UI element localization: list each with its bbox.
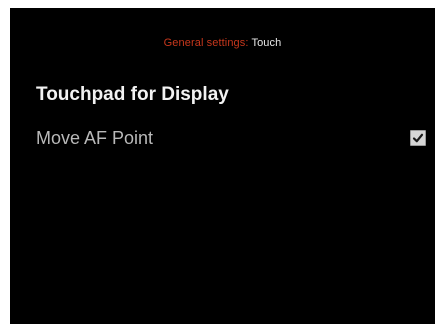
breadcrumb: General settings: Touch [10,37,435,49]
move-af-point-setting[interactable]: Move AF Point [24,126,432,156]
move-af-point-label: Move AF Point [36,128,154,148]
section-title: Touchpad for Display [36,84,229,105]
breadcrumb-parent[interactable]: General settings [164,37,246,49]
touch-settings-screen: General settings: Touch Touchpad for Dis… [10,8,435,324]
breadcrumb-separator: : [245,37,249,49]
checkmark-icon [412,133,424,143]
move-af-point-checkbox[interactable] [410,130,426,146]
breadcrumb-current: Touch [251,37,282,49]
